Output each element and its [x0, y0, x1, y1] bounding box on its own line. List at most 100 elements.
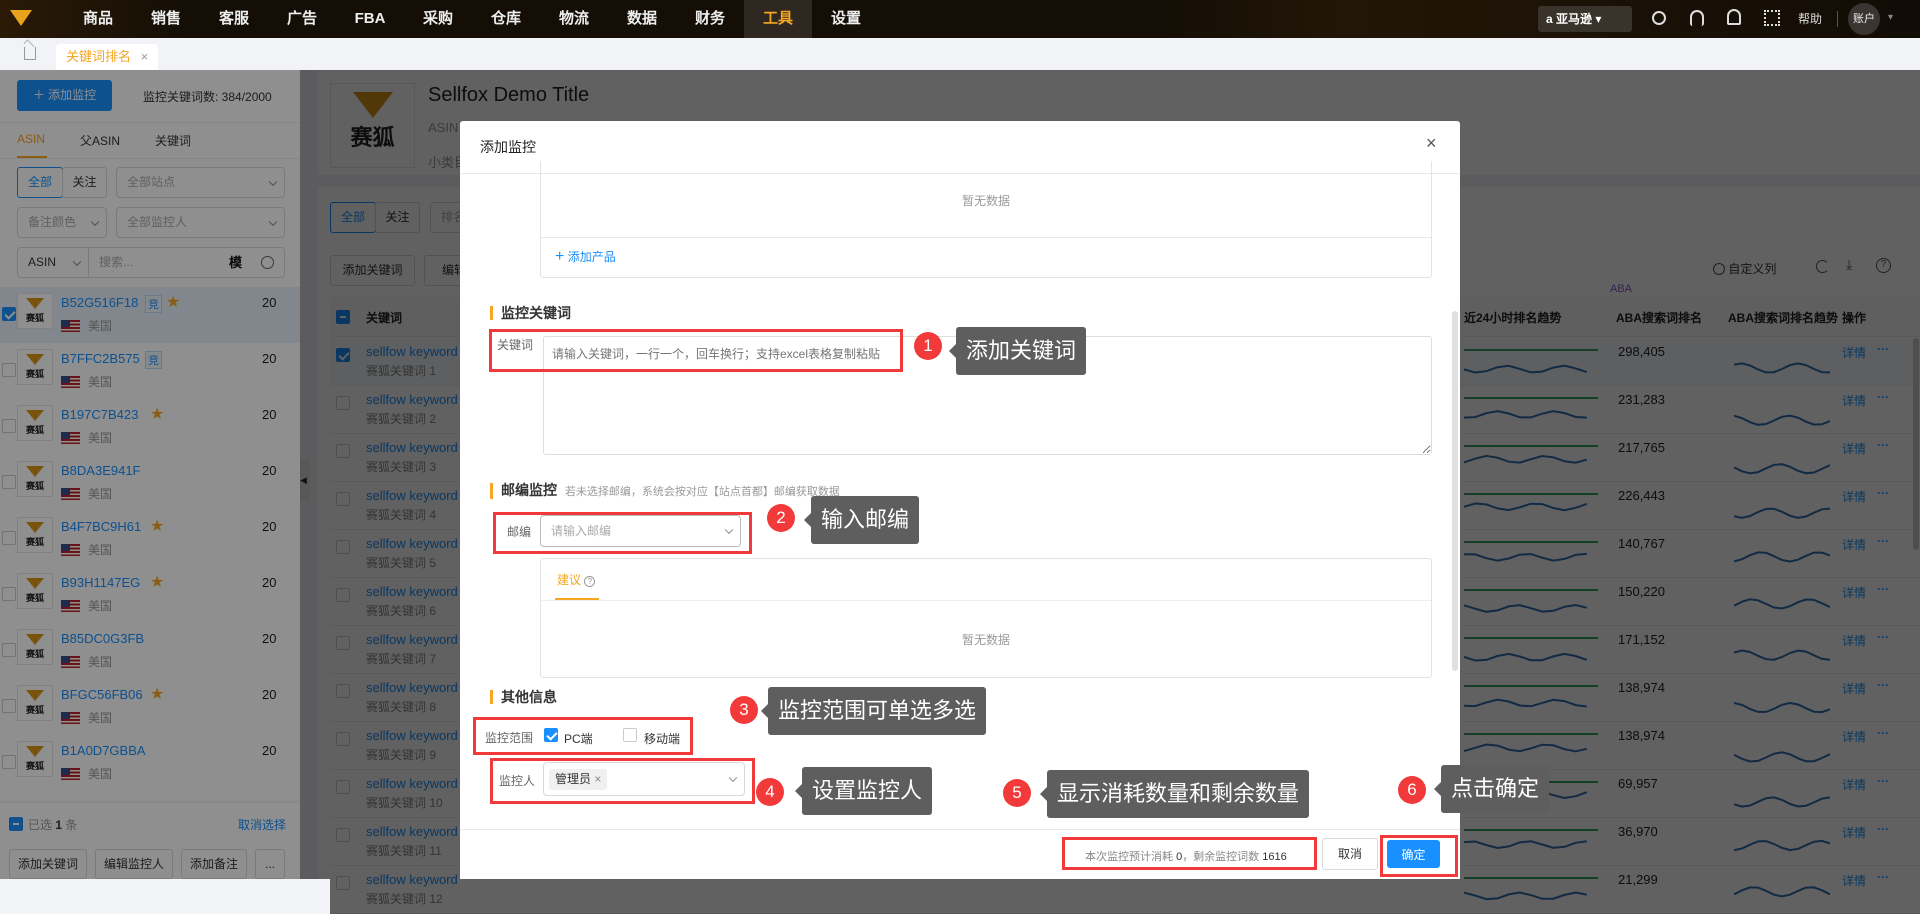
- more-actions-button[interactable]: ···: [1877, 822, 1889, 836]
- refresh-icon[interactable]: [1816, 260, 1829, 273]
- asin-checkbox[interactable]: [2, 475, 16, 489]
- detail-link[interactable]: 详情: [1842, 632, 1866, 649]
- detail-link[interactable]: 详情: [1842, 584, 1866, 601]
- table-scrollbar[interactable]: [1913, 338, 1919, 550]
- asin-link[interactable]: B52G516F18: [61, 295, 138, 310]
- headset-icon[interactable]: [1690, 10, 1704, 26]
- detail-link[interactable]: 详情: [1842, 488, 1866, 505]
- keyword-link[interactable]: sellfow keyword: [366, 680, 458, 695]
- bulk-more-button[interactable]: ...: [255, 849, 285, 879]
- help-icon[interactable]: ?: [1876, 258, 1891, 273]
- home-icon[interactable]: [23, 39, 36, 60]
- asin-list-item[interactable]: 赛狐 B93H1147EG ★ 美国 20: [0, 567, 300, 623]
- asin-checkbox[interactable]: [2, 755, 16, 769]
- site-select[interactable]: 全部站点: [116, 167, 285, 198]
- marketplace-select[interactable]: a 亚马逊 ▾: [1538, 6, 1632, 32]
- row-checkbox[interactable]: [336, 492, 350, 506]
- detail-link[interactable]: 详情: [1842, 440, 1866, 457]
- asin-list-item[interactable]: 赛狐 B197C7B423 ★ 美国 20: [0, 399, 300, 455]
- more-actions-button[interactable]: ···: [1877, 534, 1889, 548]
- asin-checkbox[interactable]: [2, 307, 16, 321]
- tab-suggestion[interactable]: 建议 ?: [557, 571, 596, 588]
- asin-list-item[interactable]: 赛狐 B52G516F18 竞 ★ 美国 20: [0, 287, 300, 343]
- row-checkbox[interactable]: [336, 636, 350, 650]
- detail-link[interactable]: 详情: [1842, 824, 1866, 841]
- keyword-link[interactable]: sellfow keyword: [366, 536, 458, 551]
- bell-icon[interactable]: [1727, 9, 1741, 25]
- nav-item-7[interactable]: 物流: [540, 0, 608, 38]
- custom-columns-button[interactable]: 自定义列: [1713, 260, 1776, 277]
- search-icon[interactable]: [1652, 11, 1666, 25]
- row-checkbox[interactable]: [336, 684, 350, 698]
- keyword-link[interactable]: sellfow keyword: [366, 728, 458, 743]
- asin-link[interactable]: B197C7B423: [61, 407, 138, 422]
- keyword-link[interactable]: sellfow keyword: [366, 872, 458, 887]
- dialog-scrollbar[interactable]: [1452, 311, 1458, 671]
- asin-link[interactable]: B1A0D7GBBA: [61, 743, 146, 758]
- select-all-rows-checkbox[interactable]: [336, 310, 350, 324]
- detail-link[interactable]: 详情: [1842, 392, 1866, 409]
- filter-follow-button[interactable]: 关注: [62, 167, 107, 198]
- keyword-link[interactable]: sellfow keyword: [366, 344, 458, 359]
- fuzzy-toggle[interactable]: 模: [229, 248, 242, 277]
- keyword-link[interactable]: sellfow keyword: [366, 824, 458, 839]
- close-tab-icon[interactable]: ×: [141, 49, 149, 64]
- nav-item-5[interactable]: 采购: [404, 0, 472, 38]
- keyword-link[interactable]: sellfow keyword: [366, 584, 458, 599]
- download-icon[interactable]: ⤓: [1846, 256, 1852, 273]
- keyword-link[interactable]: sellfow keyword: [366, 392, 458, 407]
- filter-all-button[interactable]: 全部: [330, 202, 376, 233]
- asin-link[interactable]: BFGC56FB06: [61, 687, 143, 702]
- nav-item-4[interactable]: FBA: [336, 0, 404, 38]
- asin-list-item[interactable]: 赛狐 B4F7BC9H61 ★ 美国 20: [0, 511, 300, 567]
- bulk-add-note-button[interactable]: 添加备注: [181, 849, 247, 879]
- detail-link[interactable]: 详情: [1842, 776, 1866, 793]
- star-icon[interactable]: ★: [150, 572, 164, 592]
- nav-item-2[interactable]: 客服: [200, 0, 268, 38]
- select-all-checkbox[interactable]: [9, 817, 23, 831]
- apps-grid-icon[interactable]: [1764, 10, 1780, 26]
- asin-list-item[interactable]: 赛狐 B7FFC2B575 竞 美国 20: [0, 343, 300, 399]
- more-actions-button[interactable]: ···: [1877, 774, 1889, 788]
- sidebar-tab-keyword[interactable]: 关键词: [155, 132, 191, 149]
- star-icon[interactable]: ★: [150, 684, 164, 704]
- note-color-select[interactable]: 备注颜色: [17, 207, 107, 238]
- more-actions-button[interactable]: ···: [1877, 678, 1889, 692]
- filter-all-button[interactable]: 全部: [17, 167, 63, 198]
- sellfox-logo[interactable]: [10, 7, 34, 31]
- asin-list-item[interactable]: 赛狐 BFGC56FB06 ★ 美国 20: [0, 679, 300, 735]
- asin-link[interactable]: B4F7BC9H61: [61, 519, 141, 534]
- bulk-add-keyword-button[interactable]: 添加关键词: [9, 849, 87, 879]
- asin-checkbox[interactable]: [2, 363, 16, 377]
- star-icon[interactable]: ★: [150, 404, 164, 424]
- add-monitor-button[interactable]: ＋ 添加监控: [17, 80, 112, 111]
- account-avatar[interactable]: 账户: [1848, 3, 1880, 35]
- help-link[interactable]: 帮助: [1798, 0, 1822, 38]
- search-icon[interactable]: [261, 256, 274, 269]
- close-icon[interactable]: ×: [1426, 133, 1437, 154]
- sidebar-collapse-handle[interactable]: ◀: [300, 460, 310, 500]
- star-icon[interactable]: ★: [150, 516, 164, 536]
- asin-search-input[interactable]: 搜索... 模: [88, 247, 285, 278]
- add-keyword-button[interactable]: 添加关键词: [330, 255, 415, 286]
- account-chevron-icon[interactable]: ▾: [1888, 12, 1893, 23]
- nav-item-0[interactable]: 商品: [64, 0, 132, 38]
- asin-link[interactable]: B85DC0G3FB: [61, 631, 144, 646]
- nav-item-8[interactable]: 数据: [608, 0, 676, 38]
- cancel-selection-link[interactable]: 取消选择: [238, 816, 286, 833]
- tab-keyword-rank[interactable]: 关键词排名 ×: [56, 44, 159, 70]
- asin-checkbox[interactable]: [2, 419, 16, 433]
- row-checkbox[interactable]: [336, 540, 350, 554]
- more-actions-button[interactable]: ···: [1877, 342, 1889, 356]
- keyword-link[interactable]: sellfow keyword: [366, 488, 458, 503]
- filter-follow-button[interactable]: 关注: [375, 202, 420, 233]
- keyword-link[interactable]: sellfow keyword: [366, 440, 458, 455]
- add-product-button[interactable]: + 添加产品: [555, 248, 616, 266]
- more-actions-button[interactable]: ···: [1877, 438, 1889, 452]
- detail-link[interactable]: 详情: [1842, 872, 1866, 889]
- row-checkbox[interactable]: [336, 732, 350, 746]
- more-actions-button[interactable]: ···: [1877, 726, 1889, 740]
- search-type-select[interactable]: ASIN: [17, 247, 89, 278]
- row-checkbox[interactable]: [336, 444, 350, 458]
- nav-item-1[interactable]: 销售: [132, 0, 200, 38]
